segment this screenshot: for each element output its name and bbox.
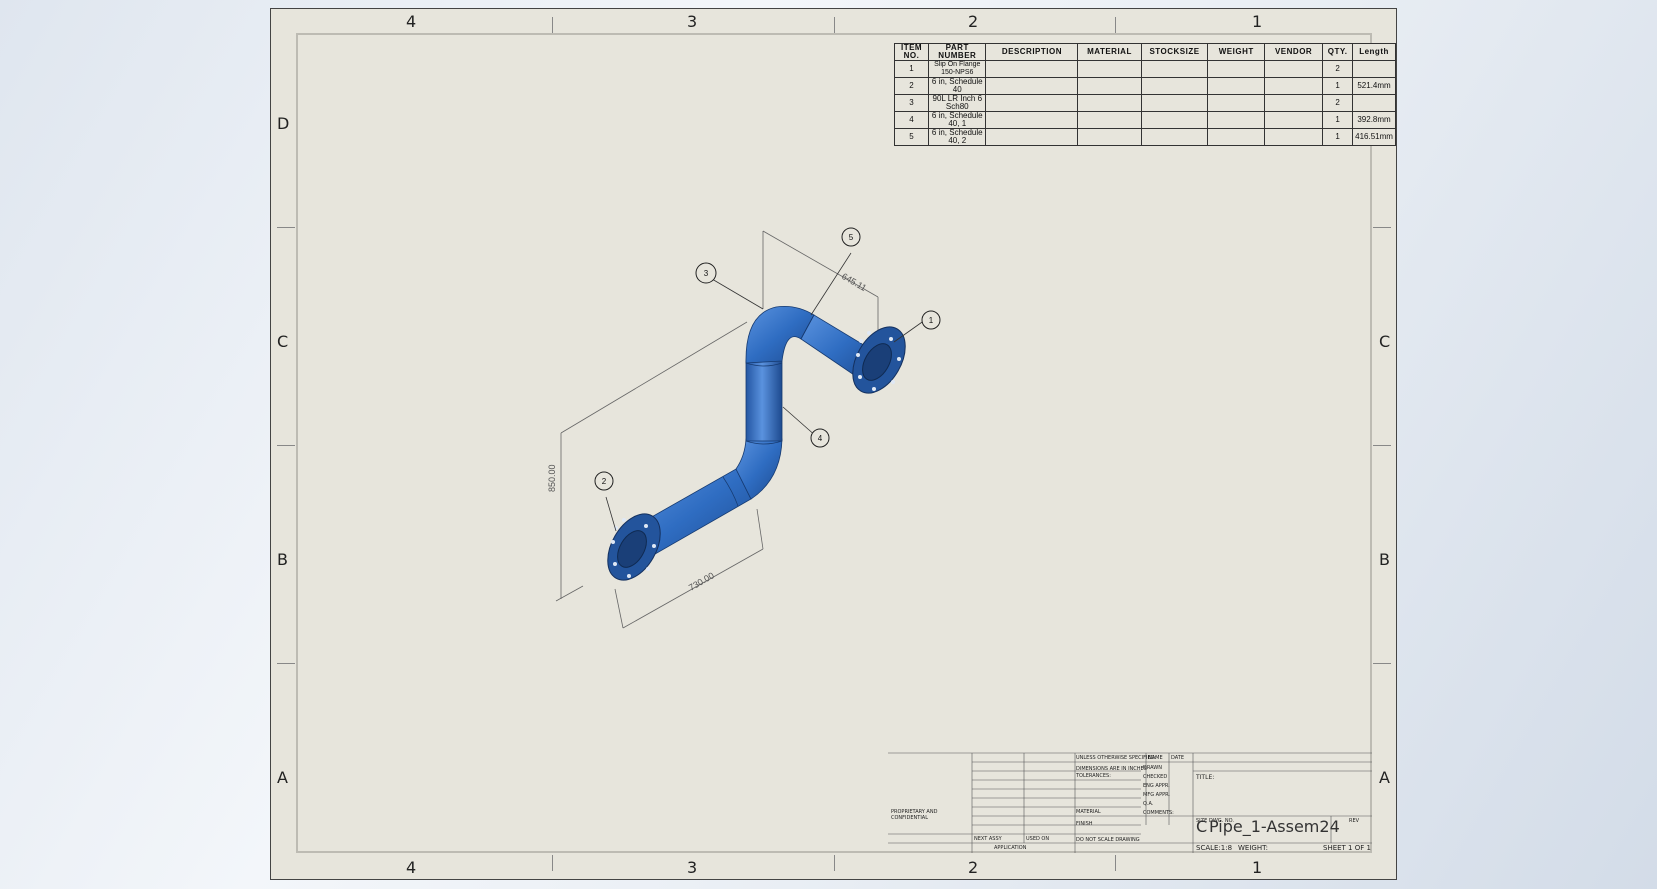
weight-label: WEIGHT: [1238,844,1268,852]
tolerances-label: TOLERANCES: [1076,773,1111,779]
unless-label: UNLESS OTHERWISE SPECIFIED: [1076,755,1157,761]
proprietary-label: PROPRIETARY AND CONFIDENTIAL [891,809,938,821]
name-label: NAME [1148,755,1163,761]
drawing-number: Pipe_1-Assem24 [1209,817,1340,836]
comments-label: COMMENTS: [1143,810,1174,816]
material-label: MATERIAL [1076,809,1101,815]
title-label: TITLE: [1196,774,1215,781]
rev-label: REV [1349,818,1360,824]
finish-label: FINISH [1076,821,1093,827]
next-assy-label: NEXT ASSY [974,836,1002,842]
do-not-scale-label: DO NOT SCALE DRAWING [1076,837,1140,843]
mfg-appr-label: MFG APPR. [1143,792,1170,798]
eng-appr-label: ENG APPR. [1143,783,1170,789]
drawing-sheet: 4 3 2 1 4 3 2 1 D C B A D C B A ITEM NO.… [270,8,1397,880]
date-label: DATE [1171,755,1185,761]
title-block[interactable] [271,9,1398,881]
sheet-size: C [1196,817,1208,836]
scale-label: SCALE:1:8 [1196,844,1233,852]
dimensions-label: DIMENSIONS ARE IN INCHES [1076,766,1147,772]
proprietary-notice: PROPRIETARY AND CONFIDENTIAL [891,809,971,821]
drawn-label: DRAWN [1143,765,1162,771]
used-on-label: USED ON [1026,836,1050,842]
application-label: APPLICATION [994,845,1027,851]
qa-label: Q.A. [1143,801,1154,807]
sheet-label: SHEET 1 OF 1 [1323,844,1371,852]
checked-label: CHECKED [1143,774,1168,780]
